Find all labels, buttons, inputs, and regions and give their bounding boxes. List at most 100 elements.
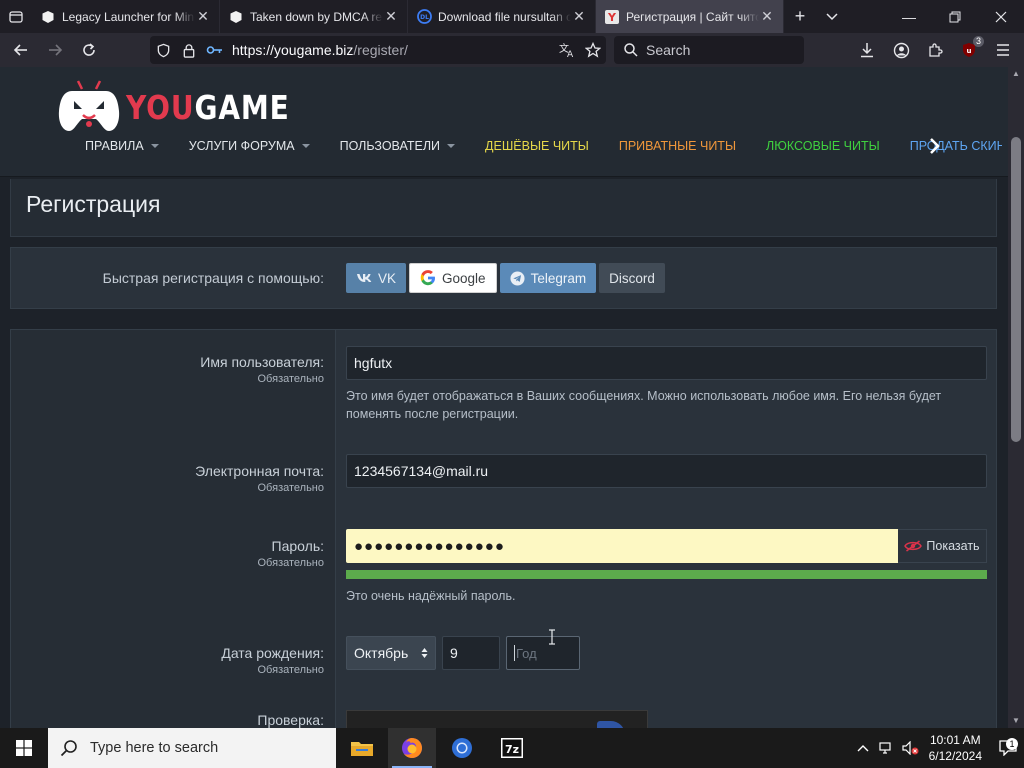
- svg-text:u: u: [967, 47, 972, 55]
- browser-nav-bar: https://yougame.biz/register/ 文A Search …: [0, 33, 1024, 67]
- reload-icon[interactable]: [72, 35, 106, 65]
- clock-time: 10:01 AM: [929, 733, 981, 747]
- search-placeholder: Search: [646, 42, 691, 58]
- extensions-puzzle-icon[interactable]: [918, 35, 952, 65]
- browser-tab-bar: Legacy Launcher for Minecraft ✕ Taken do…: [0, 0, 1024, 33]
- back-arrow-icon[interactable]: [4, 35, 38, 65]
- download-site-favicon-icon: DL: [416, 9, 432, 25]
- taskbar-clock[interactable]: 10:01 AM 6/12/2024: [929, 732, 982, 764]
- text-caret: [514, 645, 515, 661]
- dob-label-group: Дата рождения: Обязательно: [221, 645, 324, 676]
- site-logo[interactable]: YOUGAME: [58, 79, 319, 135]
- captcha-label: Проверка:: [257, 712, 324, 728]
- chrome-icon[interactable]: [438, 728, 486, 768]
- extension-badge: 3: [972, 36, 984, 47]
- browser-tab-1[interactable]: Legacy Launcher for Minecraft ✕: [32, 0, 220, 33]
- text-cursor-icon: [548, 629, 556, 649]
- scrollbar-thumb[interactable]: [1011, 137, 1021, 442]
- google-login-button[interactable]: Google: [409, 263, 497, 293]
- windows-taskbar: Type here to search 7z 10:01 AM 6/12/202…: [0, 728, 1024, 768]
- restore-icon[interactable]: [932, 0, 978, 33]
- caret-down-icon: [301, 144, 310, 148]
- page-viewport: YOUGAME ПРАВИЛА УСЛУГИ ФОРУМА ПОЛЬЗОВАТЕ…: [0, 67, 1008, 728]
- window-close-icon[interactable]: [978, 0, 1024, 33]
- minimize-icon[interactable]: —: [886, 0, 932, 33]
- ublock-extension-icon[interactable]: u 3: [952, 35, 986, 65]
- notification-center-icon[interactable]: 1: [992, 738, 1024, 756]
- tab-title: Download file nursultan client: [438, 9, 571, 24]
- downloads-icon[interactable]: [850, 35, 884, 65]
- nav-users[interactable]: ПОЛЬЗОВАТЕЛИ: [340, 139, 456, 153]
- new-tab-icon[interactable]: +: [784, 0, 816, 33]
- url-text[interactable]: https://yougame.biz/register/: [232, 42, 554, 58]
- tracking-shield-icon[interactable]: [150, 43, 176, 58]
- file-explorer-icon[interactable]: [338, 728, 386, 768]
- discord-login-button[interactable]: Discord: [599, 263, 665, 293]
- page-scrollbar[interactable]: ▲ ▼: [1008, 67, 1024, 728]
- lock-icon[interactable]: [176, 43, 202, 58]
- svg-text:A: A: [567, 50, 574, 58]
- browser-tab-4-active[interactable]: Y Регистрация | Сайт читов ✕: [596, 0, 784, 33]
- username-label-group: Имя пользователя: Обязательно: [200, 354, 324, 385]
- nav-sell-skin[interactable]: ПРОДАТЬ СКИН: [910, 139, 1002, 153]
- shield-favicon-icon: [40, 9, 56, 25]
- nav-rules[interactable]: ПРАВИЛА: [85, 139, 159, 153]
- year-field[interactable]: Год: [506, 636, 580, 670]
- eye-icon: [904, 540, 923, 552]
- nav-luxury-cheats[interactable]: ЛЮКСОВЫЕ ЧИТЫ: [766, 139, 880, 153]
- select-arrows-icon: [421, 648, 428, 658]
- dob-label: Дата рождения:: [221, 645, 324, 661]
- forward-arrow-icon[interactable]: [38, 35, 72, 65]
- close-icon[interactable]: ✕: [759, 8, 775, 25]
- browser-tab-3[interactable]: DL Download file nursultan client ✕: [408, 0, 596, 33]
- translate-icon[interactable]: 文A: [554, 42, 580, 58]
- scroll-up-icon[interactable]: ▲: [1008, 67, 1024, 81]
- chevron-down-icon[interactable]: [816, 0, 848, 33]
- nav-cheap-cheats[interactable]: ДЕШЁВЫЕ ЧИТЫ: [485, 139, 589, 153]
- address-bar[interactable]: https://yougame.biz/register/ 文A: [150, 36, 606, 64]
- quick-register-block: Быстрая регистрация с помощью: VK Google…: [10, 247, 997, 309]
- nav-forum-services[interactable]: УСЛУГИ ФОРУМА: [189, 139, 310, 153]
- email-field[interactable]: 1234567134@mail.ru: [346, 454, 987, 488]
- captcha-widget[interactable]: [346, 710, 648, 728]
- username-field[interactable]: hgfutx: [346, 346, 987, 380]
- close-icon[interactable]: ✕: [383, 8, 399, 25]
- month-select[interactable]: Октябрь: [346, 636, 436, 670]
- browser-tab-2[interactable]: Taken down by DMCA request ✕: [220, 0, 408, 33]
- required-note: Обязательно: [257, 373, 325, 385]
- windows-start-icon[interactable]: [0, 728, 48, 768]
- page-title-block: Регистрация: [10, 179, 997, 237]
- account-icon[interactable]: [884, 35, 918, 65]
- vk-login-button[interactable]: VK: [346, 263, 407, 293]
- tab-title: Legacy Launcher for Minecraft: [62, 9, 195, 24]
- page-title: Регистрация: [26, 191, 161, 217]
- vk-icon: [356, 273, 372, 283]
- browser-search-bar[interactable]: Search: [614, 36, 804, 64]
- hamburger-menu-icon[interactable]: [986, 35, 1020, 65]
- bookmark-star-icon[interactable]: [580, 42, 606, 58]
- 7zip-icon[interactable]: 7z: [488, 728, 536, 768]
- nav-private-cheats[interactable]: ПРИВАТНЫЕ ЧИТЫ: [619, 139, 736, 153]
- close-icon[interactable]: ✕: [571, 8, 587, 25]
- email-label-group: Электронная почта: Обязательно: [195, 463, 324, 494]
- network-icon[interactable]: [875, 741, 899, 755]
- username-label: Имя пользователя:: [200, 354, 324, 370]
- telegram-login-button[interactable]: Telegram: [499, 263, 597, 293]
- tab-list-icon[interactable]: [0, 0, 32, 33]
- firefox-icon[interactable]: [388, 728, 436, 768]
- chevron-up-icon[interactable]: [851, 744, 875, 752]
- taskbar-search-box[interactable]: Type here to search: [48, 728, 336, 768]
- taskbar-search-placeholder: Type here to search: [90, 740, 219, 756]
- main-navigation: ПРАВИЛА УСЛУГИ ФОРУМА ПОЛЬЗОВАТЕЛИ ДЕШЁВ…: [85, 139, 1002, 153]
- site-header: YOUGAME ПРАВИЛА УСЛУГИ ФОРУМА ПОЛЬЗОВАТЕ…: [0, 67, 1008, 177]
- day-field[interactable]: 9: [442, 636, 500, 670]
- show-password-button[interactable]: Показать: [898, 529, 987, 563]
- required-note: Обязательно: [257, 664, 325, 676]
- volume-muted-icon[interactable]: [899, 741, 923, 755]
- close-icon[interactable]: ✕: [195, 8, 211, 25]
- scroll-down-icon[interactable]: ▼: [1008, 714, 1024, 728]
- chevron-right-icon[interactable]: [929, 137, 941, 161]
- caret-down-icon: [150, 144, 159, 148]
- key-icon[interactable]: [202, 44, 228, 56]
- password-field[interactable]: ●●●●●●●●●●●●●●●: [346, 529, 898, 563]
